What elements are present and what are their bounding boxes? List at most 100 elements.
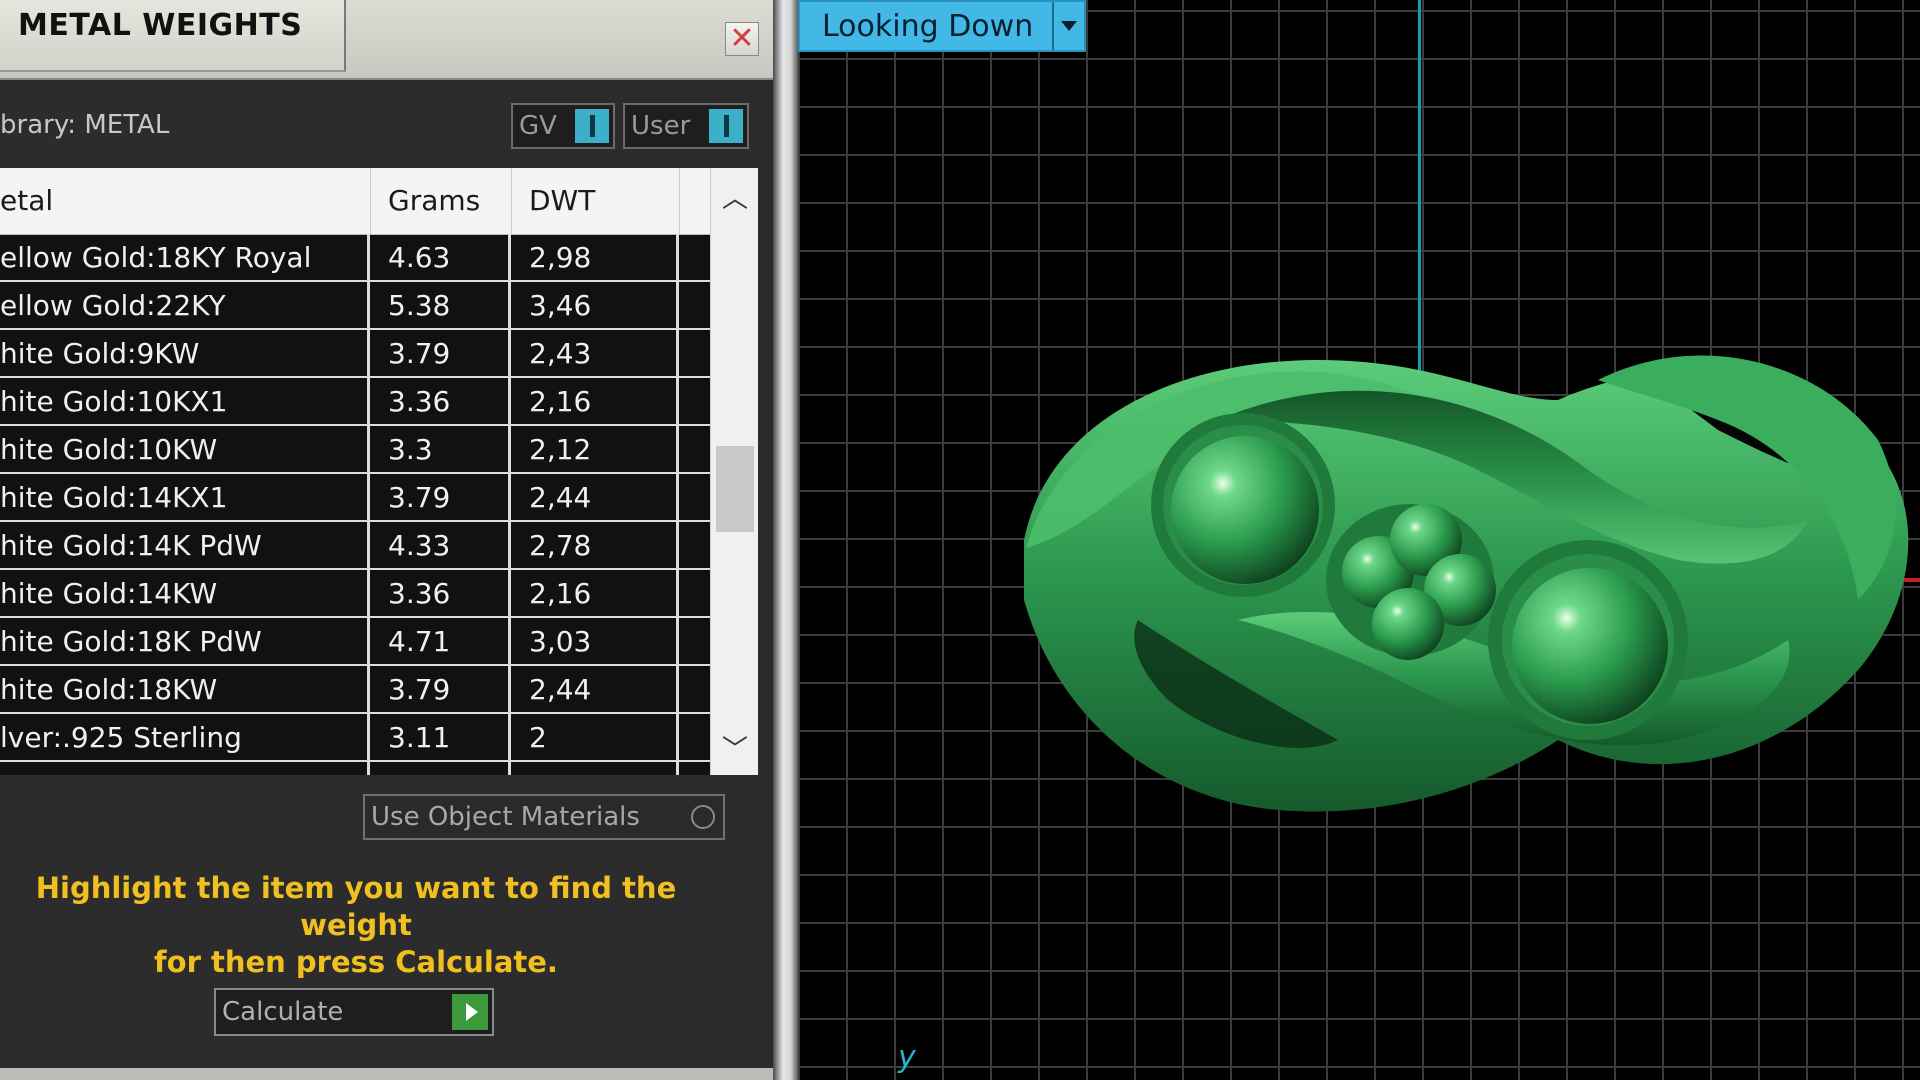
instruction-line-2: for then press Calculate. <box>154 945 558 979</box>
next-panel-header[interactable] <box>0 1068 773 1080</box>
blank-cell <box>679 570 710 616</box>
table-row[interactable]: hite Gold:14KX1 3.79 2,44 <box>0 474 710 522</box>
view-dropdown-label: Looking Down <box>822 9 1034 44</box>
blank-cell <box>679 426 710 472</box>
column-header-grams[interactable]: Grams <box>388 168 480 234</box>
table-row[interactable]: hite Gold:10KW 3.3 2,12 <box>0 426 710 474</box>
table-row[interactable]: ellow Gold:18KY Royal 4.63 2,98 <box>0 234 710 282</box>
metal-cell: hite Gold:18KW <box>0 666 370 712</box>
panel-tab[interactable]: METAL WEIGHTS <box>0 0 346 72</box>
table-row-partial[interactable] <box>0 762 710 775</box>
y-axis-label: y <box>898 1040 916 1075</box>
grams-cell: 3.79 <box>370 330 511 376</box>
small-sphere <box>1372 588 1444 660</box>
view-dropdown[interactable]: Looking Down <box>798 0 1086 52</box>
metal-cell <box>0 762 370 775</box>
gv-toggle[interactable]: GV <box>511 103 615 149</box>
blank-cell <box>679 762 710 775</box>
metal-cell: hite Gold:10KW <box>0 426 370 472</box>
column-header-metal[interactable]: etal <box>0 168 53 234</box>
dwt-cell: 2,12 <box>511 426 679 472</box>
blank-cell <box>679 714 710 760</box>
grams-cell: 4.71 <box>370 618 511 664</box>
table-row[interactable]: ellow Gold:22KY 5.38 3,46 <box>0 282 710 330</box>
panel-splitter[interactable] <box>773 0 798 1080</box>
instruction-text: Highlight the item you want to find the … <box>0 870 712 981</box>
grams-cell: 3.11 <box>370 714 511 760</box>
radio-icon[interactable] <box>691 805 715 829</box>
blank-cell <box>679 330 710 376</box>
dwt-cell: 2,44 <box>511 666 679 712</box>
grams-cell: 4.33 <box>370 522 511 568</box>
toggle-switch-icon <box>575 109 609 143</box>
dwt-cell: 2,16 <box>511 570 679 616</box>
user-toggle-label: User <box>631 111 691 141</box>
dwt-cell: 3,03 <box>511 618 679 664</box>
user-toggle[interactable]: User <box>623 103 749 149</box>
left-sphere <box>1171 436 1319 584</box>
metal-cell: ellow Gold:22KY <box>0 282 370 328</box>
table-row[interactable]: hite Gold:18KW 3.79 2,44 <box>0 666 710 714</box>
dwt-cell: 2,16 <box>511 378 679 424</box>
metal-table: etal Grams DWT ellow Gold:18KY Royal 4.6… <box>0 168 758 775</box>
metal-cell: hite Gold:14KX1 <box>0 474 370 520</box>
dwt-cell: 2 <box>511 714 679 760</box>
grams-cell: 3.79 <box>370 474 511 520</box>
chevron-down-icon[interactable]: ﹀ <box>711 723 758 771</box>
grams-cell: 3.3 <box>370 426 511 472</box>
grams-cell: 4.63 <box>370 234 511 280</box>
grams-cell: 3.36 <box>370 378 511 424</box>
close-icon: ✕ <box>729 21 755 56</box>
table-row[interactable]: hite Gold:14K PdW 4.33 2,78 <box>0 522 710 570</box>
metal-cell: hite Gold:14KW <box>0 570 370 616</box>
dwt-cell: 3,46 <box>511 282 679 328</box>
dwt-cell: 2,43 <box>511 330 679 376</box>
scroll-thumb[interactable] <box>716 446 754 532</box>
grams-cell: 3.79 <box>370 666 511 712</box>
toggle-switch-icon <box>709 109 743 143</box>
right-sphere <box>1512 568 1668 724</box>
library-label: brary: METAL <box>0 110 170 140</box>
dwt-cell: 2,44 <box>511 474 679 520</box>
table-row[interactable]: lver:.925 Sterling 3.11 2 <box>0 714 710 762</box>
gv-toggle-label: GV <box>519 111 557 141</box>
metal-cell: hite Gold:10KX1 <box>0 378 370 424</box>
chevron-down-icon[interactable] <box>1052 2 1084 50</box>
use-object-materials-option[interactable]: Use Object Materials <box>363 794 725 840</box>
blank-cell <box>679 666 710 712</box>
table-header: etal Grams DWT <box>0 168 710 235</box>
blank-cell <box>679 234 710 280</box>
calculate-label: Calculate <box>222 997 344 1027</box>
close-button[interactable]: ✕ <box>725 22 759 56</box>
table-body: ellow Gold:18KY Royal 4.63 2,98 ellow Go… <box>0 234 710 775</box>
panel-header: METAL WEIGHTS ✕ <box>0 0 773 80</box>
metal-cell: hite Gold:9KW <box>0 330 370 376</box>
metal-cell: ellow Gold:18KY Royal <box>0 234 370 280</box>
instruction-line-1: Highlight the item you want to find the … <box>35 871 677 942</box>
blank-cell <box>679 618 710 664</box>
dwt-cell <box>511 762 679 775</box>
metal-weights-panel: METAL WEIGHTS ✕ brary: METAL GV User eta… <box>0 0 773 1080</box>
play-arrow-icon <box>452 994 488 1030</box>
3d-viewport[interactable]: Looking Down y <box>798 0 1920 1080</box>
table-row[interactable]: hite Gold:18K PdW 4.71 3,03 <box>0 618 710 666</box>
table-row[interactable]: hite Gold:10KX1 3.36 2,16 <box>0 378 710 426</box>
dwt-cell: 2,98 <box>511 234 679 280</box>
ring-model[interactable] <box>798 0 1920 1080</box>
chevron-up-icon[interactable]: ︿ <box>711 172 758 220</box>
panel-title: METAL WEIGHTS <box>18 8 303 43</box>
calculate-button[interactable]: Calculate <box>214 988 494 1036</box>
table-row[interactable]: hite Gold:9KW 3.79 2,43 <box>0 330 710 378</box>
metal-cell: hite Gold:18K PdW <box>0 618 370 664</box>
use-object-materials-label: Use Object Materials <box>371 802 640 832</box>
blank-cell <box>679 378 710 424</box>
metal-cell: lver:.925 Sterling <box>0 714 370 760</box>
grams-cell <box>370 762 511 775</box>
column-header-dwt[interactable]: DWT <box>529 168 595 234</box>
grams-cell: 5.38 <box>370 282 511 328</box>
blank-cell <box>679 522 710 568</box>
table-row[interactable]: hite Gold:14KW 3.36 2,16 <box>0 570 710 618</box>
table-scrollbar[interactable]: ︿ ﹀ <box>710 168 758 775</box>
grams-cell: 3.36 <box>370 570 511 616</box>
dwt-cell: 2,78 <box>511 522 679 568</box>
